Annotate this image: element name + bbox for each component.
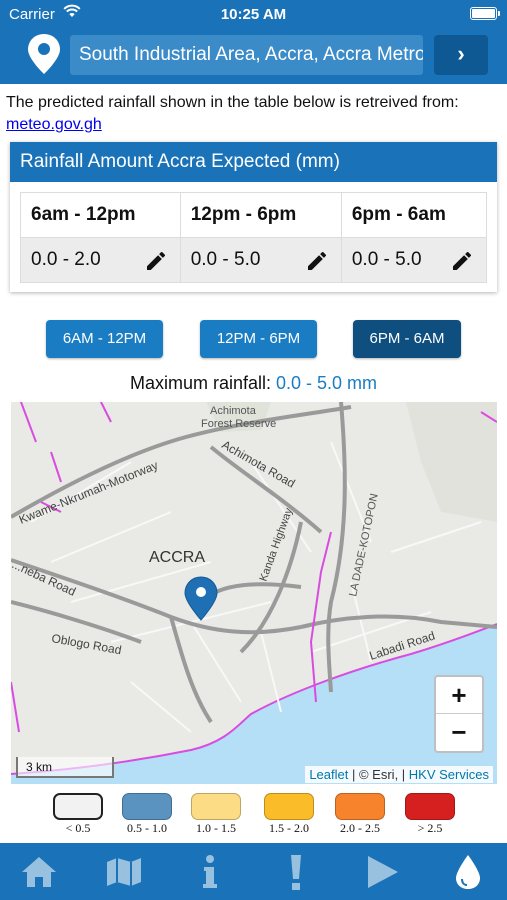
period-button-afternoon[interactable]: 12PM - 6PM	[200, 320, 317, 358]
period-button-night[interactable]: 6PM - 6AM	[353, 320, 461, 358]
accra-label: ACCRA	[149, 549, 205, 566]
rainfall-value: 0.0 - 2.0	[31, 249, 101, 270]
zoom-control: + −	[434, 675, 484, 753]
tab-alert[interactable]	[266, 843, 326, 900]
home-icon	[22, 856, 56, 887]
legend-swatch	[53, 793, 103, 820]
drop-icon	[456, 854, 480, 889]
battery-icon	[470, 7, 500, 20]
hkv-link[interactable]: HKV Services	[409, 767, 489, 782]
rainfall-cell: 0.0 - 5.0	[179, 237, 342, 283]
legend-swatch	[335, 793, 385, 820]
rainfall-legend: < 0.5 0.5 - 1.0 1.0 - 1.5 1.5 - 2.0 2.0 …	[0, 793, 507, 838]
map-scale: 3 km	[16, 757, 114, 778]
location-pin-icon[interactable]	[24, 32, 64, 76]
leaflet-link[interactable]: Leaflet	[309, 767, 348, 782]
zoom-in-button[interactable]: +	[436, 677, 482, 714]
legend-swatch	[405, 793, 455, 820]
legend-label: > 2.5	[417, 821, 443, 835]
legend-label: 1.5 - 2.0	[269, 821, 309, 835]
edit-pencil-icon[interactable]	[144, 249, 168, 273]
land-patch	[406, 402, 497, 522]
column-header: 6am - 12pm	[20, 192, 181, 238]
rainfall-cell: 0.0 - 5.0	[340, 237, 488, 283]
legend-label: 0.5 - 1.0	[127, 821, 167, 835]
clock: 10:25 AM	[220, 6, 287, 23]
legend-item: 1.0 - 1.5	[191, 793, 241, 836]
intro-text: The predicted rainfall shown in the tabl…	[6, 92, 506, 136]
legend-item: 1.5 - 2.0	[264, 793, 314, 836]
intro-sentence: The predicted rainfall shown in the tabl…	[6, 94, 459, 111]
rainfall-card-title: Rainfall Amount Accra Expected (mm)	[10, 142, 497, 182]
rainfall-value: 0.0 - 5.0	[190, 249, 261, 270]
legend-swatch	[264, 793, 314, 820]
source-link[interactable]: meteo.gov.gh	[6, 116, 102, 133]
max-rainfall: Maximum rainfall: 0.0 - 5.0 mm	[0, 373, 507, 394]
legend-item: < 0.5	[53, 793, 103, 836]
tab-home[interactable]	[9, 843, 69, 900]
bottom-tab-bar	[0, 843, 507, 900]
tab-play[interactable]	[353, 843, 413, 900]
tab-info[interactable]	[180, 843, 240, 900]
zoom-out-button[interactable]: −	[436, 714, 482, 751]
app-header: Carrier 10:25 AM South Industrial Area, …	[0, 0, 507, 84]
legend-item: 2.0 - 2.5	[335, 793, 385, 836]
esri-credit: © Esri,	[358, 767, 399, 782]
location-search-input[interactable]: South Industrial Area, Accra, Accra Metr…	[70, 35, 423, 75]
tab-rainfall[interactable]	[438, 843, 498, 900]
legend-label: 1.0 - 1.5	[196, 821, 236, 835]
search-go-button[interactable]: ›	[434, 35, 488, 75]
kotopon-label: LA DADE-KOTOPON	[347, 492, 381, 597]
oblogo-label: Oblogo Road	[50, 631, 122, 657]
rainfall-table: 6am - 12pm 12pm - 6pm 6pm - 6am 0.0 - 2.…	[20, 192, 488, 283]
legend-item: 0.5 - 1.0	[122, 793, 172, 836]
rainfall-cell: 0.0 - 2.0	[20, 237, 181, 283]
rainfall-map[interactable]: Achimota Forest Reserve Kwame-Nkrumah-Mot…	[11, 402, 497, 784]
rainfall-value: 0.0 - 5.0	[351, 249, 422, 270]
map-canvas: Achimota Forest Reserve Kwame-Nkrumah-Mot…	[11, 402, 497, 784]
column-header: 12pm - 6pm	[179, 192, 342, 238]
edit-pencil-icon[interactable]	[305, 249, 329, 273]
max-rainfall-label: Maximum rainfall:	[129, 373, 276, 393]
map-icon	[107, 857, 141, 886]
legend-item: > 2.5	[405, 793, 455, 836]
motorway-label: Kwame-Nkrumah-Motorway	[17, 458, 160, 527]
location-marker-icon[interactable]	[184, 576, 218, 621]
map-attribution: Leaflet | © Esri, | HKV Services	[305, 766, 493, 783]
legend-label: < 0.5	[65, 821, 91, 835]
column-header: 6pm - 6am	[340, 192, 488, 238]
legend-label: 2.0 - 2.5	[340, 821, 380, 835]
tab-map[interactable]	[94, 843, 154, 900]
max-rainfall-value: 0.0 - 5.0 mm	[276, 373, 378, 393]
alert-icon	[291, 854, 301, 890]
play-icon	[368, 855, 398, 888]
legend-swatch	[122, 793, 172, 820]
rainfall-card: Rainfall Amount Accra Expected (mm) 6am …	[10, 142, 497, 292]
edit-pencil-icon[interactable]	[450, 249, 474, 273]
info-icon	[203, 854, 217, 888]
period-button-morning[interactable]: 6AM - 12PM	[46, 320, 163, 358]
status-bar: Carrier 10:25 AM	[0, 0, 507, 28]
legend-swatch	[191, 793, 241, 820]
